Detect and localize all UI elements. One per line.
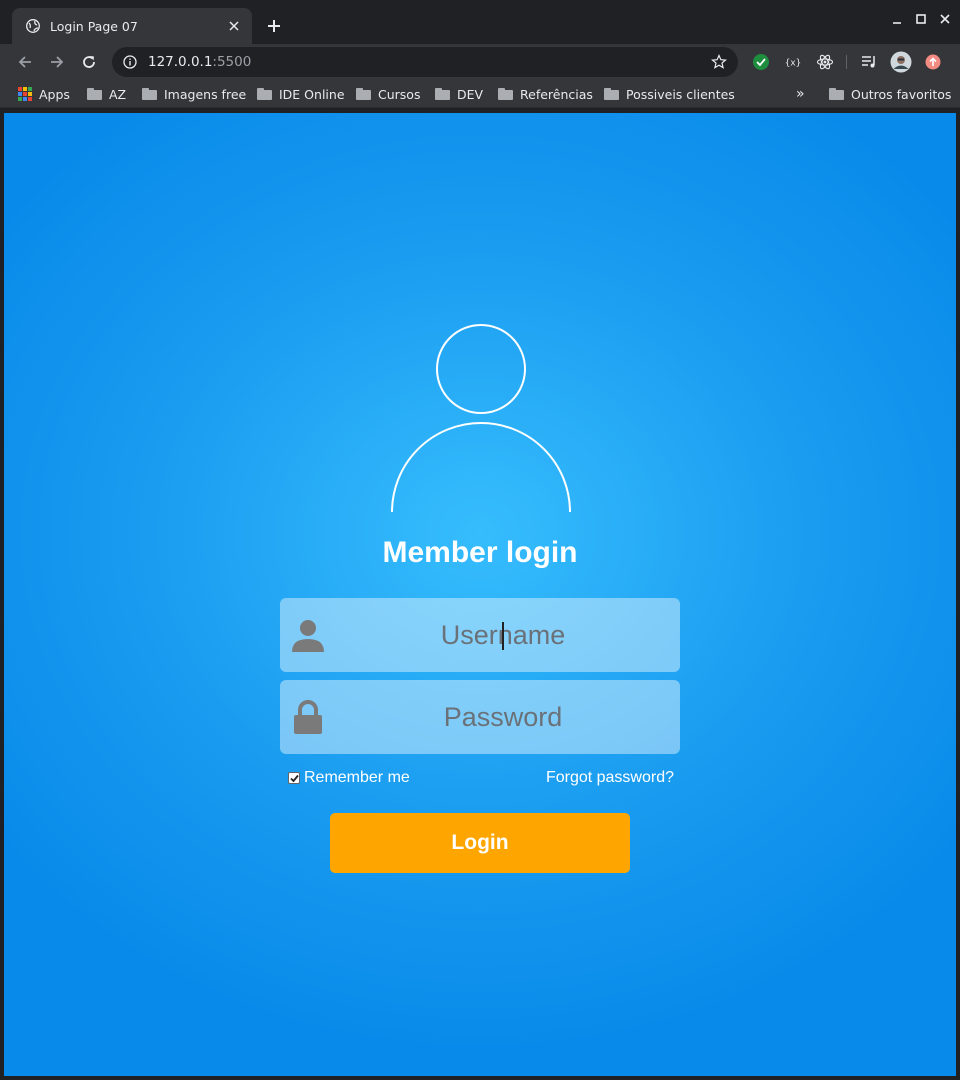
bookmark-label: Cursos <box>378 86 421 102</box>
bookmark-label: Imagens free <box>164 86 247 102</box>
bookmarks-bar: Apps AZ Imagens free IDE Online Cursos D… <box>0 80 960 108</box>
bookmarks-overflow-button[interactable]: » <box>796 84 805 104</box>
bookmark-label: DEV <box>457 86 484 102</box>
bookmark-label: Possiveis clientes <box>626 86 735 102</box>
bookmark-folder-imagens[interactable]: Imagens free <box>142 84 246 104</box>
globe-icon <box>26 19 40 33</box>
url-text: 127.0.0.1:5500 <box>148 54 710 70</box>
back-icon[interactable] <box>12 49 38 75</box>
folder-icon <box>604 88 619 100</box>
bookmark-label: Apps <box>39 86 70 102</box>
bookmark-label: Outros favoritos <box>851 86 952 102</box>
folder-icon <box>87 88 102 100</box>
bookmark-folder-az[interactable]: AZ <box>87 84 126 104</box>
lock-icon <box>294 700 322 734</box>
remember-me[interactable]: Remember me <box>288 769 410 787</box>
minimize-icon[interactable] <box>888 10 906 28</box>
window-close-icon[interactable] <box>936 10 954 28</box>
media-queue-icon[interactable] <box>856 49 882 75</box>
bookmark-folder-dev[interactable]: DEV <box>435 84 483 104</box>
browser-tab[interactable]: Login Page 07 <box>12 8 252 44</box>
url-host: 127.0.0.1 <box>148 54 213 70</box>
reload-icon[interactable] <box>76 49 102 75</box>
url-port: :5500 <box>212 54 252 70</box>
user-icon <box>292 620 324 652</box>
folder-icon <box>142 88 157 100</box>
svg-text:{x}: {x} <box>785 59 801 69</box>
apps-grid-icon <box>18 87 32 101</box>
remember-checkbox[interactable] <box>288 772 300 784</box>
bookmark-label: IDE Online <box>279 86 345 102</box>
address-bar[interactable]: 127.0.0.1:5500 <box>112 47 738 77</box>
browser-window: Login Page 07 127.0.0.1:5500 {x} Apps AZ… <box>0 0 960 1080</box>
login-button[interactable]: Login <box>330 813 630 873</box>
close-icon[interactable] <box>226 18 242 34</box>
bookmark-folder-referencias[interactable]: Referências <box>498 84 593 104</box>
folder-icon <box>829 88 844 100</box>
forward-icon[interactable] <box>44 49 70 75</box>
folder-icon <box>257 88 272 100</box>
folder-icon <box>435 88 450 100</box>
update-icon[interactable] <box>920 49 946 75</box>
star-icon[interactable] <box>710 53 728 71</box>
folder-icon <box>356 88 371 100</box>
separator <box>844 49 850 75</box>
tab-title: Login Page 07 <box>50 18 138 34</box>
plus-icon[interactable] <box>262 14 286 38</box>
frame-bottom <box>0 1076 960 1080</box>
username-field <box>280 598 680 672</box>
text-cursor <box>502 622 504 650</box>
extensions-area: {x} <box>748 49 946 75</box>
login-title: Member login <box>382 536 578 569</box>
react-devtools-icon[interactable] <box>812 49 838 75</box>
login-options: Remember me Forgot password? <box>288 769 674 789</box>
login-page: Member login Remember me Forgo <box>4 113 956 1076</box>
tab-strip: Login Page 07 <box>0 0 960 44</box>
password-input[interactable] <box>326 680 680 754</box>
bookmark-label: AZ <box>109 86 127 102</box>
variable-extension-icon[interactable]: {x} <box>780 49 806 75</box>
window-controls <box>888 10 954 28</box>
grammar-extension-icon[interactable] <box>748 49 774 75</box>
bookmark-apps[interactable]: Apps <box>18 84 70 104</box>
forgot-password-link[interactable]: Forgot password? <box>546 769 674 787</box>
bookmark-label: Referências <box>520 86 593 102</box>
user-avatar-icon <box>391 324 571 513</box>
profile-avatar-icon[interactable] <box>888 49 914 75</box>
maximize-icon[interactable] <box>912 10 930 28</box>
browser-toolbar: 127.0.0.1:5500 {x} <box>0 44 960 80</box>
info-icon[interactable] <box>122 54 138 70</box>
remember-label: Remember me <box>304 769 410 786</box>
folder-icon <box>498 88 513 100</box>
bookmark-folder-cursos[interactable]: Cursos <box>356 84 420 104</box>
bookmark-folder-clientes[interactable]: Possiveis clientes <box>604 84 735 104</box>
frame-right <box>956 108 960 1080</box>
password-field <box>280 680 680 754</box>
bookmark-folder-ide[interactable]: IDE Online <box>257 84 345 104</box>
bookmark-folder-outros[interactable]: Outros favoritos <box>829 84 951 104</box>
